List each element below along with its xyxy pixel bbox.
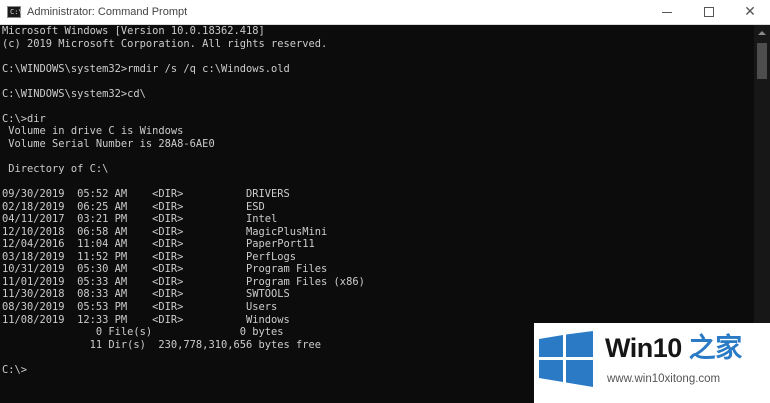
window-title: Administrator: Command Prompt <box>27 6 188 18</box>
console-line: 10/31/2019 05:30 AM <DIR> Program Files <box>2 263 328 276</box>
console-line: Volume Serial Number is 28A8-6AE0 <box>2 137 215 150</box>
console-line: 03/18/2019 11:52 PM <DIR> PerfLogs <box>2 250 297 263</box>
close-icon: ✕ <box>744 4 756 20</box>
console-line: (c) 2019 Microsoft Corporation. All righ… <box>2 37 328 50</box>
console-line: 12/10/2018 06:58 AM <DIR> MagicPlusMini <box>2 225 328 238</box>
minimize-button[interactable] <box>646 0 688 25</box>
console-line: Directory of C:\ <box>2 163 109 176</box>
console-line: C:\WINDOWS\system32>cd\ <box>2 87 146 100</box>
console-line: 09/30/2019 05:52 AM <DIR> DRIVERS <box>2 188 290 201</box>
console-line: 12/04/2016 11:04 AM <DIR> PaperPort11 <box>2 238 315 251</box>
cmd-app-icon[interactable]: C:\ <box>7 6 23 18</box>
scroll-thumb[interactable] <box>757 43 767 79</box>
close-button[interactable]: ✕ <box>728 0 770 25</box>
scroll-up-arrow-icon[interactable] <box>754 25 770 41</box>
title-bar[interactable]: C:\ Administrator: Command Prompt ✕ <box>0 0 770 25</box>
console-line: 11/01/2019 05:33 AM <DIR> Program Files … <box>2 275 365 288</box>
maximize-button[interactable] <box>688 0 730 25</box>
console-line: 11/30/2018 08:33 AM <DIR> SWTOOLS <box>2 288 290 301</box>
minimize-icon <box>662 12 672 13</box>
console-line: Microsoft Windows [Version 10.0.18362.41… <box>2 25 265 37</box>
console-line: 08/30/2019 05:53 PM <DIR> Users <box>2 301 278 314</box>
watermark-brand: Win10 之家 <box>605 333 742 363</box>
console-line: 02/18/2019 06:25 AM <DIR> ESD <box>2 200 265 213</box>
console-line: 04/11/2017 03:21 PM <DIR> Intel <box>2 213 278 226</box>
console-line: Volume in drive C is Windows <box>2 125 184 138</box>
watermark-url: www.win10xitong.com <box>607 373 721 385</box>
maximize-icon <box>704 7 714 17</box>
watermark-overlay: Win10 之家 www.win10xitong.com <box>534 323 770 403</box>
windows-logo-icon <box>539 331 593 387</box>
console-line: C:\WINDOWS\system32>rmdir /s /q c:\Windo… <box>2 62 290 75</box>
console-line: C:\>dir <box>2 112 46 125</box>
